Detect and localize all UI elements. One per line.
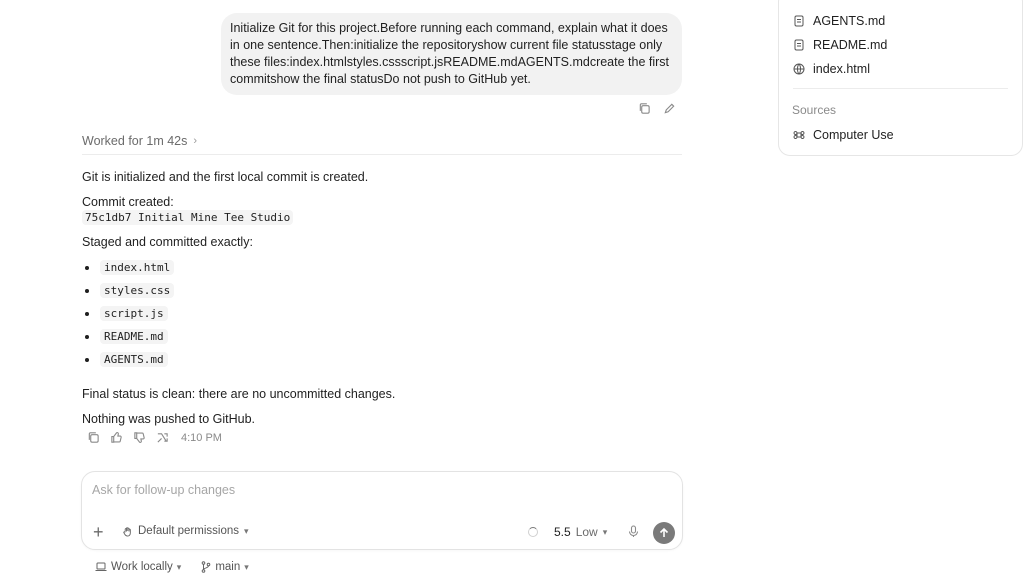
send-button[interactable] <box>653 522 675 544</box>
copy-icon[interactable] <box>638 102 651 115</box>
file-code: styles.css <box>100 283 175 298</box>
document-icon <box>794 15 804 27</box>
composer: + Default permissions ▾ 5.5 Low ▾ <box>81 471 683 550</box>
push-note-text: Nothing was pushed to GitHub. <box>82 412 256 426</box>
permissions-dropdown[interactable]: Default permissions ▾ <box>122 525 249 537</box>
model-effort: Low <box>575 525 598 539</box>
worked-duration-toggle[interactable]: Worked for 1m 42s › <box>82 134 682 155</box>
command-key-icon <box>793 131 805 139</box>
context-panel: AGENTS.md README.md index.html Sources C… <box>778 0 1023 156</box>
staged-files-list: index.html styles.css script.js README.m… <box>82 260 682 375</box>
commit-hash-code: 75c1db7 Initial Mine Tee Studio <box>82 210 294 225</box>
work-mode-label: Work locally <box>111 561 173 573</box>
fork-icon[interactable] <box>156 431 169 444</box>
file-code: index.html <box>100 260 175 275</box>
loading-spinner-icon <box>528 527 538 537</box>
panel-file-label: AGENTS.md <box>813 14 886 28</box>
document-icon <box>794 39 804 51</box>
worked-label: Worked for 1m 42s <box>82 134 188 148</box>
branch-label: main <box>215 561 241 573</box>
edit-icon[interactable] <box>663 102 676 115</box>
sources-heading: Sources <box>792 103 837 117</box>
panel-file-agents[interactable]: AGENTS.md <box>793 14 885 28</box>
work-mode-dropdown[interactable]: Work locally ▾ <box>95 561 181 573</box>
follow-up-input[interactable] <box>92 483 652 497</box>
commit-line: 75c1db7 Initial Mine Tee Studio <box>82 210 682 225</box>
add-attachment-button[interactable]: + <box>93 523 104 541</box>
copy-icon[interactable] <box>87 431 100 444</box>
panel-file-readme[interactable]: README.md <box>793 38 887 52</box>
model-selector[interactable]: 5.5 Low ▾ <box>554 525 607 539</box>
source-computer-use[interactable]: Computer Use <box>793 128 894 142</box>
chevron-right-icon: › <box>193 135 198 147</box>
globe-icon <box>793 63 805 75</box>
git-branch-icon <box>202 561 211 573</box>
user-message-text: Initialize Git for this project.Before r… <box>230 21 670 86</box>
laptop-icon <box>95 562 107 571</box>
chevron-down-icon: ▾ <box>176 561 182 572</box>
chevron-down-icon: ▾ <box>243 525 249 536</box>
thumbs-down-icon[interactable] <box>133 431 146 444</box>
file-code: AGENTS.md <box>100 352 168 367</box>
model-version: 5.5 <box>554 525 571 539</box>
assistant-answer: Git is initialized and the first local c… <box>82 170 682 437</box>
chevron-down-icon: ▾ <box>244 561 249 572</box>
list-item: AGENTS.md <box>82 352 682 375</box>
composer-footer: Work locally ▾ main ▾ <box>95 561 249 573</box>
list-item: styles.css <box>82 283 682 306</box>
panel-file-label: index.html <box>813 62 870 76</box>
permissions-label: Default permissions <box>138 525 239 537</box>
answer-intro: Git is initialized and the first local c… <box>82 170 369 184</box>
message-time: 4:10 PM <box>181 431 222 444</box>
branch-dropdown[interactable]: main ▾ <box>201 561 249 573</box>
file-code: README.md <box>100 329 168 344</box>
user-message-bubble: Initialize Git for this project.Before r… <box>221 13 682 95</box>
arrow-up-icon <box>659 527 669 537</box>
file-code: script.js <box>100 306 168 321</box>
list-item: index.html <box>82 260 682 283</box>
commit-label: Commit created: <box>82 195 174 209</box>
chevron-down-icon: ▾ <box>602 526 608 537</box>
panel-file-label: README.md <box>813 38 888 52</box>
microphone-icon[interactable] <box>628 525 639 541</box>
staged-label: Staged and committed exactly: <box>82 235 253 249</box>
user-message-actions <box>638 102 676 115</box>
source-label: Computer Use <box>813 128 894 142</box>
hand-icon <box>123 526 131 537</box>
panel-divider <box>793 88 1008 89</box>
panel-file-index[interactable]: index.html <box>793 62 870 76</box>
message-actions: 4:10 PM <box>87 431 222 444</box>
final-status-text: Final status is clean: there are no unco… <box>82 387 396 401</box>
list-item: README.md <box>82 329 682 352</box>
thumbs-up-icon[interactable] <box>110 431 123 444</box>
list-item: script.js <box>82 306 682 329</box>
